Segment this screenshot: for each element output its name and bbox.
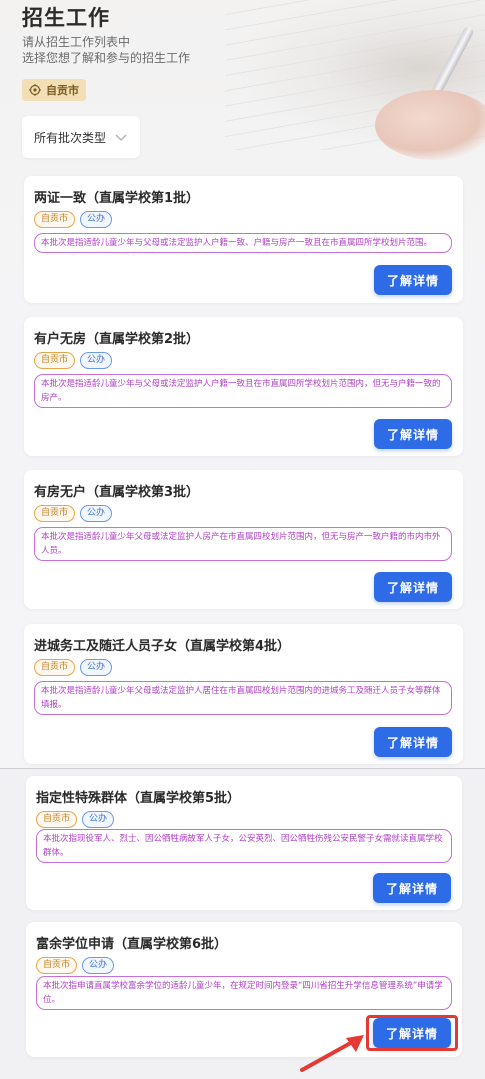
batch-type-filter[interactable]: 所有批次类型	[22, 116, 140, 158]
card-description: 本批次是指适龄儿童少年与父母或法定监护人户籍一致、户籍与房产一致且在市直属四所学…	[34, 233, 452, 253]
top-screen: 招生工作 请从招生工作列表中 选择您想了解和参与的招生工作 自贡市 所有批次类型…	[0, 0, 485, 768]
batch-card-5: 指定性特殊群体（直属学校第5批） 自贡市 公办 本批次指现役军人、烈士、因公牺牲…	[26, 776, 462, 910]
card-description: 本批次是指适龄儿童少年父母或法定监护人居住在市直属四校划片范围内的进城务工及随迁…	[34, 681, 452, 715]
card-tags: 自贡市 公办	[34, 211, 113, 228]
city-location-tag[interactable]: 自贡市	[22, 79, 86, 101]
learn-more-button[interactable]: 了解详情	[374, 265, 452, 295]
card-tags: 自贡市 公办	[34, 505, 113, 522]
card-tags: 自贡市 公办	[34, 659, 113, 676]
city-tag: 自贡市	[36, 811, 78, 828]
city-tag-label: 自贡市	[46, 84, 79, 97]
card-description: 本批次是指适龄儿童少年与父母或法定监护人户籍一致且在市直属四所学校划片范围内，但…	[34, 374, 452, 408]
card-title: 有房无户（直属学校第3批）	[34, 485, 200, 500]
learn-more-button[interactable]: 了解详情	[373, 873, 451, 903]
card-title: 进城务工及随迁人员子女（直属学校第4批）	[34, 639, 291, 654]
card-description: 本批次指现役军人、烈士、因公牺牲病故军人子女，公安英烈、因公牺牲伤残公安民警子女…	[36, 829, 452, 863]
batch-card-3: 有房无户（直属学校第3批） 自贡市 公办 本批次是指适龄儿童少年父母或法定监护人…	[24, 470, 463, 609]
city-tag: 自贡市	[34, 211, 76, 228]
batch-card-2: 有户无房（直属学校第2批） 自贡市 公办 本批次是指适龄儿童少年与父母或法定监护…	[24, 317, 463, 456]
school-type-tag: 公办	[80, 352, 113, 369]
red-arrow-icon	[300, 1035, 364, 1072]
school-type-tag: 公办	[80, 505, 113, 522]
screenshot-divider	[0, 768, 485, 769]
card-tags: 自贡市 公办	[34, 352, 113, 369]
filter-label: 所有批次类型	[34, 130, 107, 145]
chevron-down-icon	[115, 134, 127, 142]
location-icon	[29, 84, 41, 96]
hand-decoration	[375, 90, 485, 160]
city-tag: 自贡市	[36, 957, 78, 974]
school-type-tag: 公办	[80, 211, 113, 228]
school-type-tag: 公办	[82, 957, 115, 974]
batch-card-1: 两证一致（直属学校第1批） 自贡市 公办 本批次是指适龄儿童少年与父母或法定监护…	[24, 176, 463, 303]
learn-more-button[interactable]: 了解详情	[374, 727, 452, 757]
card-description: 本批次指申请直属学校富余学位的适龄儿童少年，在规定时间内登录“四川省招生升学信息…	[36, 976, 452, 1010]
city-tag: 自贡市	[34, 352, 76, 369]
school-type-tag: 公办	[82, 811, 115, 828]
page-title: 招生工作	[22, 6, 110, 30]
card-description: 本批次是指适龄儿童少年父母或法定监护人房产在市直属四校划片范围内，但无与房产一致…	[34, 527, 452, 561]
page-subtitle-line1: 请从招生工作列表中	[22, 35, 131, 49]
school-type-tag: 公办	[80, 659, 113, 676]
learn-more-button[interactable]: 了解详情	[374, 572, 452, 602]
card-title: 有户无房（直属学校第2批）	[34, 332, 200, 347]
card-tags: 自贡市 公办	[36, 957, 115, 974]
card-title: 两证一致（直属学校第1批）	[34, 191, 200, 206]
city-tag: 自贡市	[34, 505, 76, 522]
highlight-box	[366, 1015, 458, 1051]
card-title: 指定性特殊群体（直属学校第5批）	[36, 791, 241, 806]
learn-more-button[interactable]: 了解详情	[374, 419, 452, 449]
batch-card-4: 进城务工及随迁人员子女（直属学校第4批） 自贡市 公办 本批次是指适龄儿童少年父…	[24, 624, 463, 764]
city-tag: 自贡市	[34, 659, 76, 676]
page-subtitle-line2: 选择您想了解和参与的招生工作	[22, 51, 191, 65]
card-title: 富余学位申请（直属学校第6批）	[36, 937, 228, 952]
card-tags: 自贡市 公办	[36, 811, 115, 828]
